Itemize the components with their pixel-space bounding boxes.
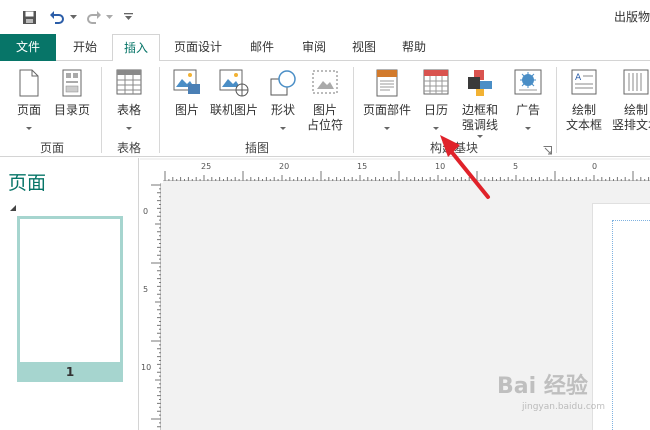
online-picture-label: 联机图片 xyxy=(209,103,258,117)
dialog-launcher-icon[interactable] xyxy=(543,144,552,155)
page-icon xyxy=(19,69,39,97)
group-divider xyxy=(556,67,557,153)
picture-placeholder-label-2: 占位符 xyxy=(306,118,343,132)
annotation-arrow-icon xyxy=(440,135,490,199)
vertical-ruler: 0 5 10 xyxy=(140,183,161,430)
page-parts-dropdown-icon xyxy=(384,127,390,130)
tab-view[interactable]: 视图 xyxy=(342,34,386,61)
tab-home[interactable]: 开始 xyxy=(62,34,108,61)
page-label: 页面 xyxy=(16,103,41,117)
pages-pane-title: 页面 xyxy=(8,172,47,194)
undo-icon[interactable] xyxy=(48,7,66,27)
ruler-corner xyxy=(140,160,163,183)
picture-placeholder-label-1: 图片 xyxy=(312,103,337,117)
page-thumbnail[interactable]: 1 xyxy=(17,216,123,382)
draw-text-box-button[interactable]: A 绘制 文本框 xyxy=(562,65,606,135)
page-parts-icon xyxy=(376,69,398,97)
borders-accents-icon xyxy=(468,70,492,96)
advertisement-dropdown-icon xyxy=(525,127,531,130)
advertisement-label: 广告 xyxy=(515,103,540,117)
picture-placeholder-icon xyxy=(312,70,338,94)
picture-button[interactable]: 图片 xyxy=(167,65,207,135)
draw-text-box-label-2: 文本框 xyxy=(565,118,602,132)
publisher-window: 出版物 文件 开始 插入 页面设计 邮件 审阅 视图 帮助 页面 目录页 页面 … xyxy=(0,0,650,430)
undo-dropdown-icon[interactable] xyxy=(68,7,78,27)
watermark: Bai 经验 xyxy=(497,374,588,399)
catalog-page-label: 目录页 xyxy=(53,103,90,117)
ruler-label: 10 xyxy=(141,363,152,372)
vertical-text-box-icon xyxy=(623,69,649,95)
watermark-url: jingyan.baidu.com xyxy=(522,402,606,412)
tab-mailings[interactable]: 邮件 xyxy=(240,34,284,61)
shapes-label: 形状 xyxy=(270,103,295,117)
table-icon xyxy=(116,69,142,95)
picture-icon xyxy=(173,69,200,94)
page-margin-guide xyxy=(612,220,650,430)
ruler-label: 5 xyxy=(143,285,149,294)
borders-accents-label-1: 边框和 xyxy=(461,103,498,117)
group-label-tables: 表格 xyxy=(116,141,141,155)
page-number: 1 xyxy=(65,365,75,379)
tab-page-design[interactable]: 页面设计 xyxy=(166,34,230,61)
group-divider xyxy=(353,67,354,153)
catalog-page-button[interactable]: 目录页 xyxy=(50,65,94,135)
ribbon-insert: 页面 目录页 页面 表格 表格 图片 联机图片 形状 图片 占位符 插图 页面部… xyxy=(0,61,650,157)
table-label: 表格 xyxy=(116,103,141,117)
page-thumbnail-preview xyxy=(20,219,120,362)
tab-review[interactable]: 审阅 xyxy=(292,34,336,61)
group-divider xyxy=(159,67,160,153)
collapse-arrow-icon[interactable] xyxy=(10,200,16,214)
tab-insert[interactable]: 插入 xyxy=(112,34,160,62)
calendar-icon xyxy=(423,69,449,95)
online-picture-icon xyxy=(219,69,249,97)
svg-text:A: A xyxy=(575,73,582,83)
shapes-dropdown-icon xyxy=(280,127,286,130)
ruler-label: 25 xyxy=(201,162,212,171)
text-box-icon: A xyxy=(571,69,597,95)
draw-vertical-text-box-label-1: 绘制 xyxy=(623,103,648,117)
draw-text-box-label-1: 绘制 xyxy=(571,103,596,117)
online-picture-button[interactable]: 联机图片 xyxy=(208,65,260,135)
calendar-label: 日历 xyxy=(423,103,448,117)
table-button[interactable]: 表格 xyxy=(106,65,152,135)
catalog-page-icon xyxy=(62,69,82,97)
picture-label: 图片 xyxy=(174,103,199,117)
picture-placeholder-button[interactable]: 图片 占位符 xyxy=(303,65,347,135)
title-bar: 出版物 xyxy=(0,0,650,34)
page-dropdown-icon xyxy=(26,127,32,130)
tab-help[interactable]: 帮助 xyxy=(392,34,436,61)
advertisement-icon xyxy=(514,69,542,95)
group-label-pages: 页面 xyxy=(39,141,64,155)
redo-icon[interactable] xyxy=(85,7,103,27)
save-icon[interactable] xyxy=(20,7,38,27)
page-button[interactable]: 页面 xyxy=(10,65,48,135)
redo-dropdown-icon[interactable] xyxy=(104,7,114,27)
customize-quick-access-icon[interactable] xyxy=(122,7,134,27)
tab-file[interactable]: 文件 xyxy=(0,34,56,61)
page-parts-button[interactable]: 页面部件 xyxy=(358,65,416,135)
document-title: 出版物 xyxy=(613,10,650,24)
shapes-button[interactable]: 形状 xyxy=(263,65,303,135)
ruler-label: 5 xyxy=(513,162,519,171)
group-label-illustrations: 插图 xyxy=(244,141,269,155)
shapes-icon xyxy=(270,70,296,96)
draw-vertical-text-box-label-2: 竖排文本 xyxy=(611,118,650,132)
draw-vertical-text-box-button[interactable]: 绘制 竖排文本 xyxy=(608,65,650,135)
table-dropdown-icon xyxy=(126,127,132,130)
ruler-label: 0 xyxy=(143,207,149,216)
ruler-label: 0 xyxy=(592,162,598,171)
page-parts-label: 页面部件 xyxy=(362,103,411,117)
ruler-label: 15 xyxy=(357,162,368,171)
ribbon-tabs: 文件 开始 插入 页面设计 邮件 审阅 视图 帮助 xyxy=(0,34,650,62)
ruler-label: 20 xyxy=(279,162,290,171)
advertisement-button[interactable]: 广告 xyxy=(506,65,550,135)
horizontal-ruler: 25 20 15 10 5 0 xyxy=(163,160,650,181)
group-divider xyxy=(101,67,102,153)
